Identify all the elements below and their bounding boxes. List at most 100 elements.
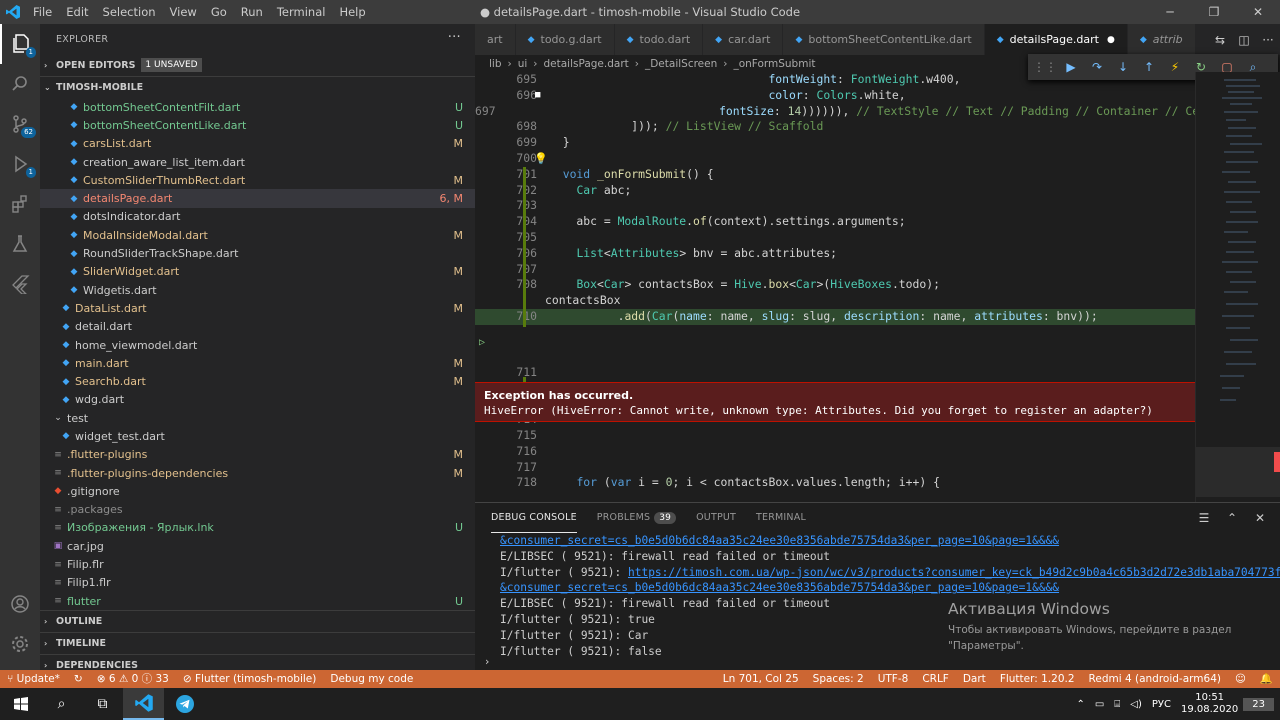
outline-section[interactable]: › OUTLINE	[40, 610, 475, 632]
code-editor[interactable]: 695 fontWeight: FontWeight.w400, 696 colo…	[475, 72, 1195, 502]
tree-item[interactable]: ◆ .gitignore	[40, 482, 475, 500]
tab-problems[interactable]: PROBLEMS 39	[597, 503, 677, 533]
menu-selection[interactable]: Selection	[96, 0, 163, 24]
close-panel-icon[interactable]: ✕	[1246, 511, 1274, 525]
manage-activity[interactable]	[0, 624, 40, 664]
menu-run[interactable]: Run	[234, 0, 270, 24]
menu-terminal[interactable]: Terminal	[270, 0, 333, 24]
tree-item[interactable]: ◆ widget_test.dart	[40, 427, 475, 445]
menu-help[interactable]: Help	[332, 0, 372, 24]
tree-item[interactable]: ⌄ test	[40, 409, 475, 427]
feedback-icon[interactable]: ☺	[1228, 670, 1253, 688]
restore-icon[interactable]: ❐	[1192, 0, 1236, 24]
sync-icon[interactable]: ↻	[67, 670, 90, 688]
tree-item[interactable]: ≡ .flutter-plugins M	[40, 446, 475, 464]
clock[interactable]: 10:51 19.08.2020	[1176, 692, 1243, 716]
volume-icon[interactable]: ◁)	[1125, 699, 1147, 710]
battery-icon[interactable]: ▭	[1090, 699, 1109, 710]
notification-center[interactable]: 23	[1243, 697, 1274, 711]
more-actions-icon[interactable]: ···	[1256, 33, 1280, 47]
tree-item[interactable]: ◆ main.dart M	[40, 354, 475, 372]
search-activity[interactable]	[0, 64, 40, 104]
tree-item[interactable]: ◆ Searchb.dart M	[40, 372, 475, 390]
windows-start-icon[interactable]	[0, 688, 41, 720]
tree-item[interactable]: ≡ Filip1.flr	[40, 574, 475, 592]
tab-output[interactable]: OUTPUT	[696, 503, 736, 533]
run-debug-activity[interactable]: 1	[0, 144, 40, 184]
project-section[interactable]: ⌄ TIMOSH-MOBILE	[40, 76, 475, 98]
tree-item[interactable]: ◆ home_viewmodel.dart	[40, 336, 475, 354]
tree-item[interactable]: ◆ CustomSliderThumbRect.dart M	[40, 171, 475, 189]
network-icon[interactable]: ⌸	[1109, 699, 1125, 710]
tree-item[interactable]: ◆ wdg.dart	[40, 391, 475, 409]
telegram-icon[interactable]	[164, 688, 205, 720]
unsaved-dot-icon[interactable]: ●	[1107, 35, 1115, 45]
console-link[interactable]: &consumer_secret=cs_b0e5d0b6dc84aa35c24e…	[500, 534, 1059, 547]
testing-activity[interactable]	[0, 224, 40, 264]
editor-tab[interactable]: ◆ todo.g.dart	[515, 24, 615, 55]
tree-item[interactable]: ≡ .flutter-plugins-dependencies M	[40, 464, 475, 482]
flutter-activity[interactable]	[0, 264, 40, 304]
editor-tab[interactable]: ◆ todo.dart	[614, 24, 704, 55]
indentation[interactable]: Spaces: 2	[806, 670, 871, 688]
editor-tab[interactable]: ◆ detailsPage.dart ●	[984, 24, 1128, 55]
tree-item[interactable]: ◆ detailsPage.dart 6, M	[40, 189, 475, 208]
encoding[interactable]: UTF-8	[871, 670, 916, 688]
breadcrumb-item[interactable]: detailsPage.dart	[543, 58, 628, 70]
tree-item[interactable]: ◆ creation_aware_list_item.dart	[40, 153, 475, 171]
tree-item[interactable]: ≡ Изображения - Ярлык.lnk U	[40, 519, 475, 537]
end-of-line[interactable]: CRLF	[915, 670, 956, 688]
menu-edit[interactable]: Edit	[59, 0, 95, 24]
editor-tab[interactable]: ◆ car.dart	[703, 24, 784, 55]
cursor-position[interactable]: Ln 701, Col 25	[716, 670, 806, 688]
tree-item[interactable]: ◆ detail.dart	[40, 318, 475, 336]
extensions-activity[interactable]	[0, 184, 40, 224]
editor-tab[interactable]: art	[475, 24, 516, 55]
maximize-panel-icon[interactable]: ⌃	[1218, 511, 1246, 525]
input-language[interactable]: РУС	[1147, 699, 1176, 710]
menu-view[interactable]: View	[163, 0, 204, 24]
editor-tab[interactable]: ◆ bottomSheetContentLike.dart	[783, 24, 985, 55]
tree-item[interactable]: ▣ car.jpg	[40, 537, 475, 555]
more-actions-icon[interactable]: ···	[448, 30, 461, 45]
source-control-activity[interactable]: 62	[0, 104, 40, 144]
search-icon[interactable]: ⌕	[41, 688, 82, 720]
minimap[interactable]	[1195, 72, 1280, 502]
tree-item[interactable]: ≡ .packages	[40, 501, 475, 519]
explorer-activity[interactable]: 1	[0, 24, 40, 64]
tab-debug-console[interactable]: DEBUG CONSOLE	[491, 503, 577, 533]
timeline-section[interactable]: › TIMELINE	[40, 632, 475, 654]
tree-item[interactable]: ◆ Widgetis.dart	[40, 281, 475, 299]
tree-item[interactable]: ◆ SliderWidget.dart M	[40, 263, 475, 281]
breadcrumb-item[interactable]: _onFormSubmit	[733, 58, 815, 70]
menu-go[interactable]: Go	[204, 0, 234, 24]
menu-file[interactable]: File	[26, 0, 59, 24]
split-editor-icon[interactable]: ◫	[1232, 33, 1256, 47]
open-editors-section[interactable]: › OPEN EDITORS 1 UNSAVED	[40, 54, 475, 76]
tree-item[interactable]: ◆ bottomSheetContentLike.dart U	[40, 116, 475, 134]
language-mode[interactable]: Dart	[956, 670, 993, 688]
close-icon[interactable]: ✕	[1236, 0, 1280, 24]
problems-status[interactable]: ⊗ 6 ⚠ 0 ⓘ 33	[90, 670, 176, 688]
lightbulb-icon[interactable]: 💡	[534, 152, 548, 165]
console-link[interactable]: https://timosh.com.ua/wp-json/wc/v3/prod…	[628, 566, 1280, 579]
tab-terminal[interactable]: TERMINAL	[756, 503, 806, 533]
tree-item[interactable]: ≡ Filip.flr	[40, 555, 475, 573]
editor-tab[interactable]: ◆ attrib	[1127, 24, 1196, 55]
tree-item[interactable]: ◆ RoundSliderTrackShape.dart	[40, 244, 475, 262]
tree-item[interactable]: ◆ DataList.dart M	[40, 299, 475, 317]
compare-icon[interactable]: ⇆	[1208, 33, 1232, 47]
notifications-icon[interactable]: 🔔	[1253, 670, 1280, 688]
breadcrumb-item[interactable]: ui	[518, 58, 528, 70]
device-selector[interactable]: Redmi 4 (android-arm64)	[1082, 670, 1228, 688]
tree-item[interactable]: ◆ ModalInsideModal.dart M	[40, 226, 475, 244]
vscode-taskbar-icon[interactable]	[123, 688, 164, 720]
console-prompt[interactable]: ›	[485, 655, 489, 668]
task-view-icon[interactable]: ⧉	[82, 688, 123, 720]
debug-mode-status[interactable]: Debug my code	[323, 670, 420, 688]
tree-item[interactable]: ◆ bottomSheetContentFilt.dart U	[40, 98, 475, 116]
tree-item[interactable]: ≡ flutter U	[40, 592, 475, 610]
clear-console-icon[interactable]: ☰	[1190, 511, 1218, 525]
flutter-version[interactable]: Flutter: 1.20.2	[993, 670, 1082, 688]
console-link[interactable]: &consumer_secret=cs_b0e5d0b6dc84aa35c24e…	[500, 581, 1059, 594]
